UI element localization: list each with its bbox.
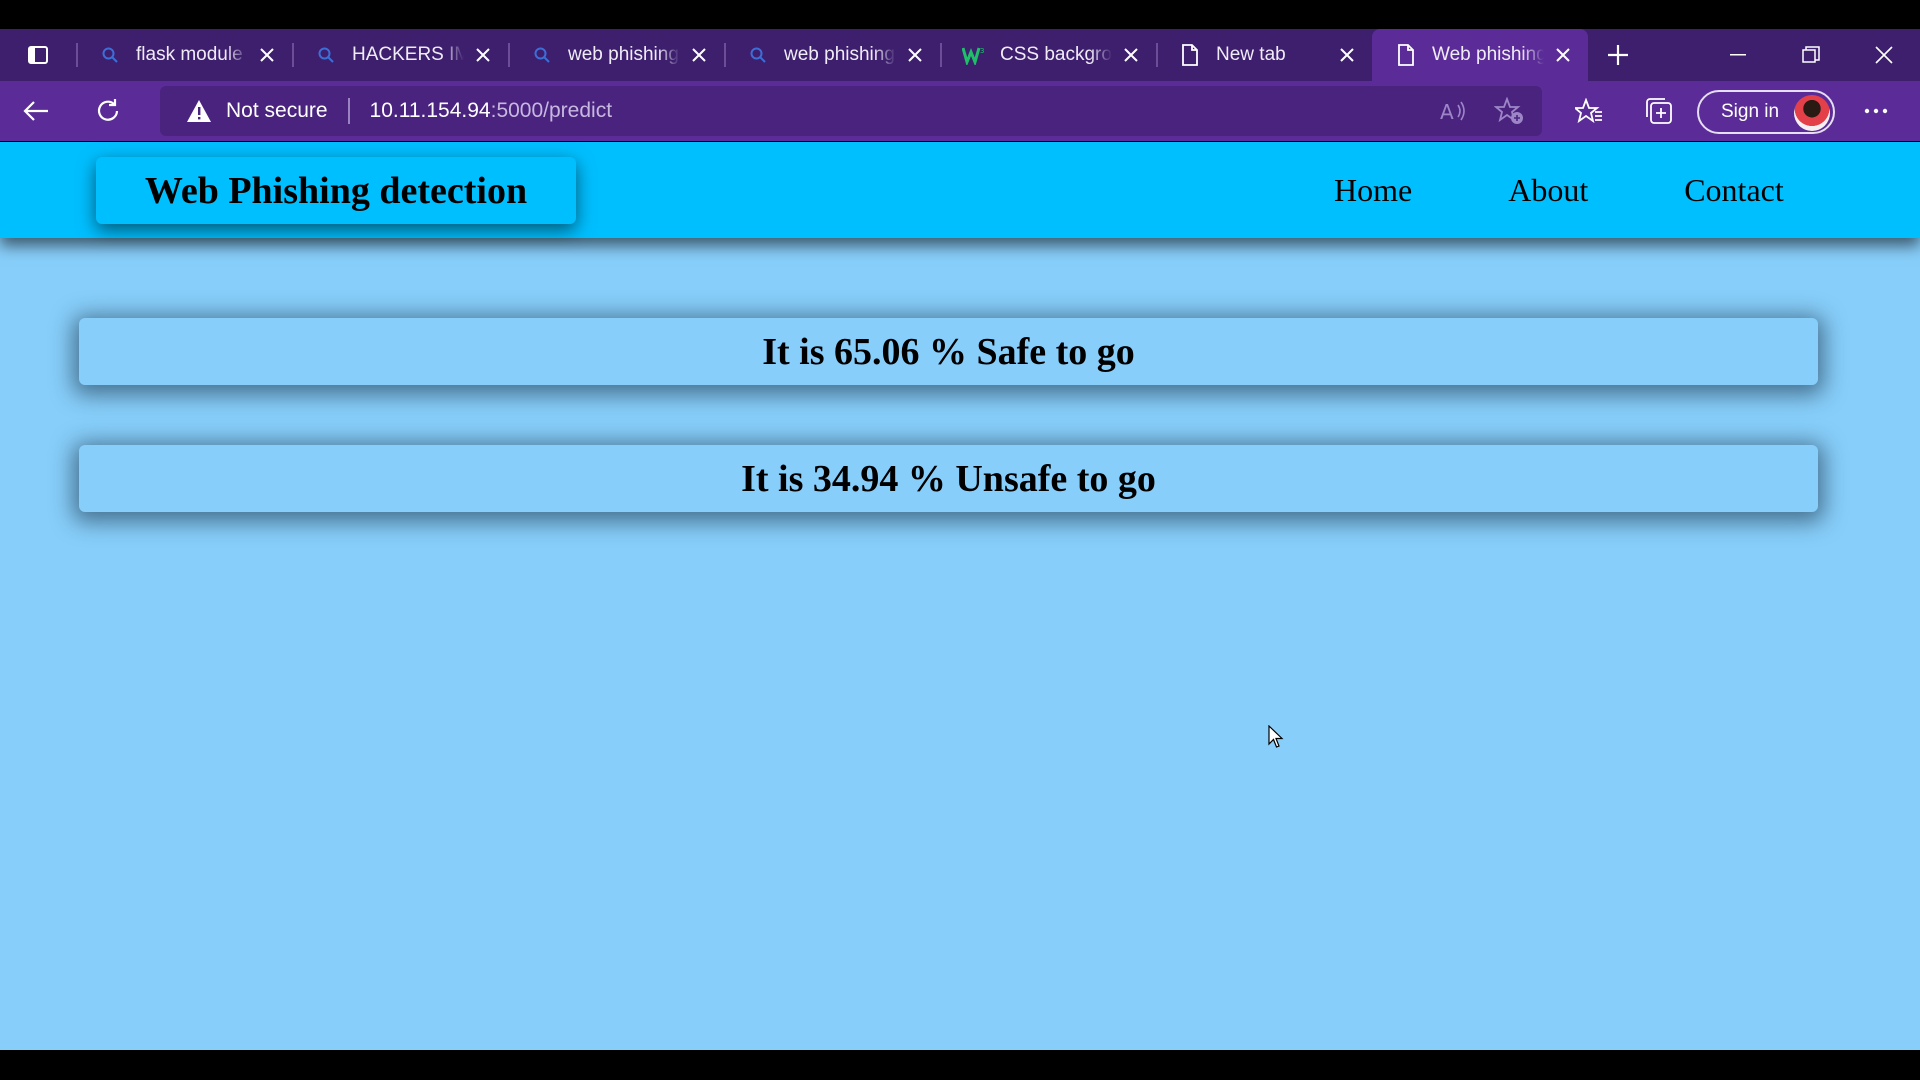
tab-title: HACKERS IMAGES (352, 44, 464, 65)
tab-0[interactable]: flask module (76, 29, 292, 81)
sign-in-label: Sign in (1721, 101, 1780, 122)
tab-6-active[interactable]: Web phishing (1372, 29, 1588, 81)
favorites-button[interactable] (1554, 81, 1624, 141)
security-status[interactable]: Not secure (226, 99, 328, 123)
svg-text:A: A (1440, 100, 1454, 123)
warning-icon (187, 100, 211, 122)
tab-actions-icon (28, 46, 48, 64)
url-host: 10.11.154.94 (369, 99, 491, 122)
divider (347, 98, 350, 124)
add-favorite-icon[interactable] (1494, 97, 1524, 125)
close-icon[interactable] (1336, 44, 1358, 66)
restore-button[interactable] (1774, 29, 1847, 81)
minimize-button[interactable] (1701, 29, 1774, 81)
close-icon[interactable] (256, 44, 278, 66)
nav-contact-link[interactable]: Contact (1684, 172, 1784, 209)
search-icon (314, 43, 338, 67)
more-icon (1864, 108, 1888, 114)
more-menu-button[interactable] (1850, 81, 1902, 141)
close-icon[interactable] (1552, 44, 1574, 66)
tab-title: web phishing (568, 44, 679, 65)
search-icon (98, 43, 122, 67)
back-button[interactable] (0, 81, 72, 141)
address-bar[interactable]: Not secure 10.11.154.94:5000/predict A (160, 86, 1542, 136)
tab-strip: flask module HACKERS IMAGES web phishing… (0, 29, 1920, 81)
close-icon[interactable] (1120, 44, 1142, 66)
mouse-cursor-icon (1268, 725, 1284, 748)
nav-links: Home About Contact (1334, 142, 1784, 238)
close-icon[interactable] (472, 44, 494, 66)
svg-text:3: 3 (980, 47, 984, 55)
bottom-border (0, 1050, 1920, 1080)
close-icon[interactable] (904, 44, 926, 66)
tab-title: New tab (1216, 44, 1286, 65)
avatar (1794, 95, 1830, 131)
nav-about-link[interactable]: About (1508, 172, 1588, 209)
refresh-icon (97, 99, 119, 121)
tab-actions-button[interactable] (0, 29, 76, 81)
read-aloud-icon[interactable]: A (1440, 99, 1468, 123)
nav-home-link[interactable]: Home (1334, 172, 1412, 209)
close-icon (1874, 46, 1893, 64)
refresh-button[interactable] (72, 81, 144, 141)
page-icon (1394, 43, 1418, 67)
url-path: :5000/predict (490, 99, 613, 122)
search-icon (530, 43, 554, 67)
toolbar-right-icons (1554, 81, 1694, 141)
collections-icon (1646, 98, 1672, 124)
tab-5[interactable]: New tab (1156, 29, 1372, 81)
browser-toolbar: Not secure 10.11.154.94:5000/predict A S… (0, 81, 1920, 141)
address-actions: A (1440, 86, 1530, 136)
window-controls (1701, 29, 1920, 81)
tab-4[interactable]: 3 CSS background (940, 29, 1156, 81)
new-tab-button[interactable] (1588, 29, 1648, 81)
safe-result-box: It is 65.06 % Safe to go (79, 318, 1818, 385)
unsafe-result-box: It is 34.94 % Unsafe to go (79, 445, 1818, 512)
tab-title: web phishing (784, 44, 895, 65)
back-arrow-icon (23, 101, 48, 121)
minimize-icon (1729, 54, 1746, 56)
tab-title: flask module (136, 44, 243, 65)
web-page: Web Phishing detection Home About Contac… (0, 142, 1920, 1050)
page-icon (1178, 43, 1202, 67)
tab-title: CSS background (1000, 44, 1112, 65)
plus-icon (1608, 45, 1628, 65)
site-brand: Web Phishing detection (96, 157, 576, 224)
tab-3[interactable]: web phishing (724, 29, 940, 81)
close-icon[interactable] (688, 44, 710, 66)
favorites-icon (1575, 98, 1602, 124)
tab-2[interactable]: web phishing (508, 29, 724, 81)
tab-title: Web phishing (1432, 44, 1544, 65)
sign-in-button[interactable]: Sign in (1697, 90, 1835, 134)
restore-icon (1801, 46, 1820, 63)
tab-1[interactable]: HACKERS IMAGES (292, 29, 508, 81)
w3schools-icon: 3 (962, 43, 986, 67)
site-navbar: Web Phishing detection Home About Contac… (0, 142, 1920, 238)
search-icon (746, 43, 770, 67)
collections-button[interactable] (1624, 81, 1694, 141)
close-window-button[interactable] (1847, 29, 1920, 81)
